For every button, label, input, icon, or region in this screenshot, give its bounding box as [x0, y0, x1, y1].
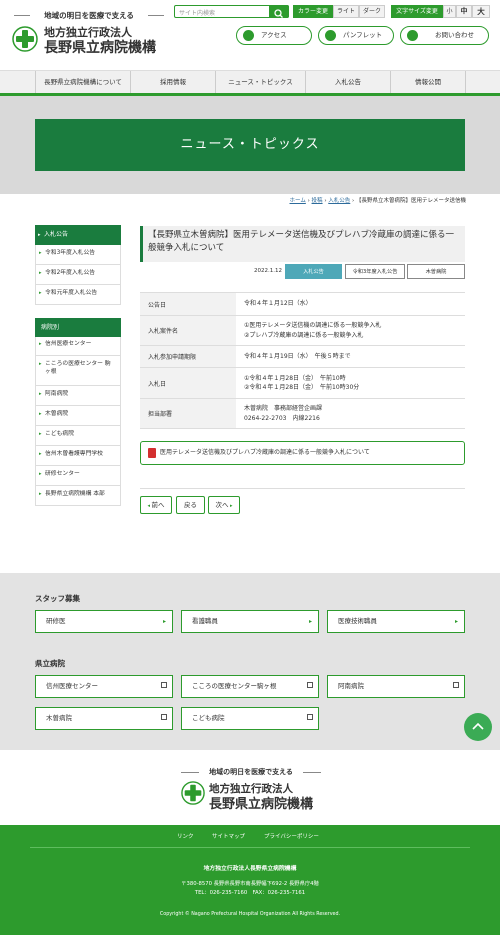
nav-recruit[interactable]: 採用情報: [130, 71, 215, 93]
external-link-icon: [307, 714, 313, 720]
color-dark-button[interactable]: ダーク: [359, 5, 385, 18]
phone-mail-icon: [407, 30, 418, 41]
footer-link-links[interactable]: リンク: [177, 832, 194, 840]
org-line2[interactable]: 長野県立病院機構: [44, 37, 156, 57]
staff-section-title: スタッフ募集: [35, 594, 80, 603]
arrow-right-icon: ▸: [454, 618, 458, 625]
hospital-card-shinshu[interactable]: 信州医療センター: [35, 675, 173, 698]
staff-card-nurse[interactable]: 看護職員 ▸: [181, 610, 319, 633]
external-link-icon: [307, 682, 313, 688]
hospital-card-anan[interactable]: 阿南病院: [327, 675, 465, 698]
sidebar-item-r3[interactable]: 令和3年度入札公告: [35, 245, 121, 265]
color-light-button[interactable]: ライト: [333, 5, 359, 18]
breadcrumb-post[interactable]: 投稿: [312, 198, 323, 204]
back-to-top-button[interactable]: [464, 713, 492, 741]
footer-org-line2: 長野県立病院機構: [209, 797, 314, 812]
footer-copyright: Copyright © Nagano Prefectural Hospital …: [159, 912, 341, 917]
sidebar-item-anan[interactable]: 阿南病院: [35, 386, 121, 406]
font-large-button[interactable]: 大: [472, 5, 490, 18]
bottom-links-section: スタッフ募集 研修医 ▸ 看護職員 ▸ 医療技術職員 ▸ 県立病院 信州医療センター …: [0, 573, 500, 750]
footer-tagline: 地域の明日を医療で支える: [181, 767, 321, 777]
book-icon: [325, 30, 336, 41]
font-small-button[interactable]: 小: [443, 5, 456, 18]
tag-bid[interactable]: 入札公告: [285, 264, 342, 279]
tag-kiso[interactable]: 木曽病院: [407, 264, 465, 279]
external-link-icon: [453, 682, 459, 688]
back-button[interactable]: 戻る: [176, 496, 205, 514]
breadcrumb-current: 【長野県立木曽病院】医用テレメータ送信機: [355, 198, 466, 204]
access-button[interactable]: アクセス: [236, 26, 312, 45]
staff-card-technician[interactable]: 医療技術職員 ▸: [327, 610, 465, 633]
info-row-deadline: 入札参加申請期限 令和４年１月19日（水） 午後５時まで: [140, 346, 465, 368]
sidebar-bid-head[interactable]: ▸ 入札公告: [35, 225, 121, 245]
font-medium-button[interactable]: 中: [456, 5, 472, 18]
info-row-bid-date: 入札日 ①令和４年１月28日（金） 午前10時 ②令和４年１月28日（金） 午前1…: [140, 368, 465, 399]
next-button[interactable]: 次へ ▸: [208, 496, 240, 514]
tagline: 地域の明日を医療で支える: [14, 10, 164, 21]
color-change-label: カラー変更: [293, 5, 333, 18]
sidebar-item-headquarters[interactable]: 長野県立病院機構 本部: [35, 486, 121, 506]
footer-link-sitemap[interactable]: サイトマップ: [212, 832, 245, 840]
contact-button[interactable]: お問い合わせ: [400, 26, 489, 45]
nav-bid[interactable]: 入札公告: [305, 71, 390, 93]
breadcrumb-home[interactable]: ホーム: [290, 198, 306, 204]
pdf-link[interactable]: 医用テレメータ送信機及びプレハブ冷蔵庫の調達に係る一般競争入札について: [140, 441, 465, 465]
chevron-up-icon: [472, 722, 484, 730]
arrow-right-icon: ▸: [162, 618, 166, 625]
global-nav: 長野県立病院機構について 採用情報 ニュース・トピックス 入札公告 情報公開: [0, 70, 500, 96]
logo-cross-icon[interactable]: [12, 26, 38, 52]
footer-logo-cross-icon: [181, 781, 205, 805]
info-row-notice-date: 公告日 令和４年１月12日（水）: [140, 292, 465, 316]
external-link-icon: [161, 682, 167, 688]
sidebar-item-kodomo[interactable]: こども病院: [35, 426, 121, 446]
search-button[interactable]: [269, 5, 289, 18]
nav-about[interactable]: 長野県立病院機構について: [35, 71, 130, 93]
sidebar-item-kokoro[interactable]: こころの医療センター 駒ヶ根: [35, 356, 121, 386]
pamphlet-button[interactable]: パンフレット: [318, 26, 394, 45]
footer-link-privacy[interactable]: プライバシーポリシー: [264, 832, 319, 840]
footer-tel: TEL：026-235-7160 FAX：026-235-7161: [194, 890, 306, 896]
font-size-label: 文字サイズ変更: [391, 5, 443, 18]
info-row-department: 担当部署 木曽病院 事務部経営企画課 0264-22-2703 内線2216: [140, 399, 465, 429]
access-icon: [243, 30, 254, 41]
page-title: ニュース・トピックス: [35, 119, 465, 171]
article-title: 【長野県立木曽病院】医用テレメータ送信機及びプレハブ冷蔵庫の調達に係る一般競争入…: [140, 226, 465, 262]
sidebar-hospital-head: 病院別: [35, 318, 121, 338]
breadcrumb: ホーム › 投稿 › 入札公告 › 【長野県立木曽病院】医用テレメータ送信機: [289, 198, 467, 204]
article-date: 2022.1.12: [254, 268, 282, 274]
sidebar-item-r2[interactable]: 令和2年度入札公告: [35, 265, 121, 285]
arrow-right-icon: ▸: [308, 618, 312, 625]
breadcrumb-bid[interactable]: 入札公告: [328, 198, 350, 204]
tag-r3-bid[interactable]: 令和3年度入札公告: [345, 264, 405, 279]
footer-org: 地方独立行政法人長野県立病院機構: [203, 866, 297, 872]
footer-address: 〒380-8570 長野県長野市南長野幅下692-2 長野県庁4階: [181, 881, 319, 887]
hospital-card-kokoro[interactable]: こころの医療センター駒ヶ根: [181, 675, 319, 698]
page-hero: ニュース・トピックス: [0, 96, 500, 194]
nav-news[interactable]: ニュース・トピックス: [215, 71, 305, 93]
hospitals-section-title: 県立病院: [35, 659, 65, 668]
nav-disclosure[interactable]: 情報公開: [390, 71, 466, 93]
staff-card-resident[interactable]: 研修医 ▸: [35, 610, 173, 633]
info-row-subject: 入札案件名 ①医用テレメータ送信機の調達に係る一般競争入札 ②プレハブ冷蔵庫の調達…: [140, 316, 465, 346]
hospital-card-kiso[interactable]: 木曽病院: [35, 707, 173, 730]
search-icon: [274, 9, 283, 18]
prev-button[interactable]: ◂ 前へ: [140, 496, 172, 514]
pager-divider: [140, 488, 465, 489]
footer-divider: [30, 847, 470, 848]
site-footer: リンク サイトマップ プライバシーポリシー 地方独立行政法人長野県立病院機構 〒…: [0, 825, 500, 935]
site-header: 地域の明日を医療で支える 地方独立行政法人 長野県立病院機構 サイト内検索 カラ…: [0, 0, 500, 70]
sidebar-item-r1[interactable]: 令和元年度入札公告: [35, 285, 121, 305]
hospital-card-kodomo[interactable]: こども病院: [181, 707, 319, 730]
sidebar-item-nursing-school[interactable]: 信州木曽看護専門学校: [35, 446, 121, 466]
sidebar-item-kiso[interactable]: 木曽病院: [35, 406, 121, 426]
sidebar-item-shinshu[interactable]: 信州医療センター: [35, 337, 121, 356]
pdf-icon: [148, 448, 156, 458]
external-link-icon: [161, 714, 167, 720]
sidebar-item-training[interactable]: 研修センター: [35, 466, 121, 486]
